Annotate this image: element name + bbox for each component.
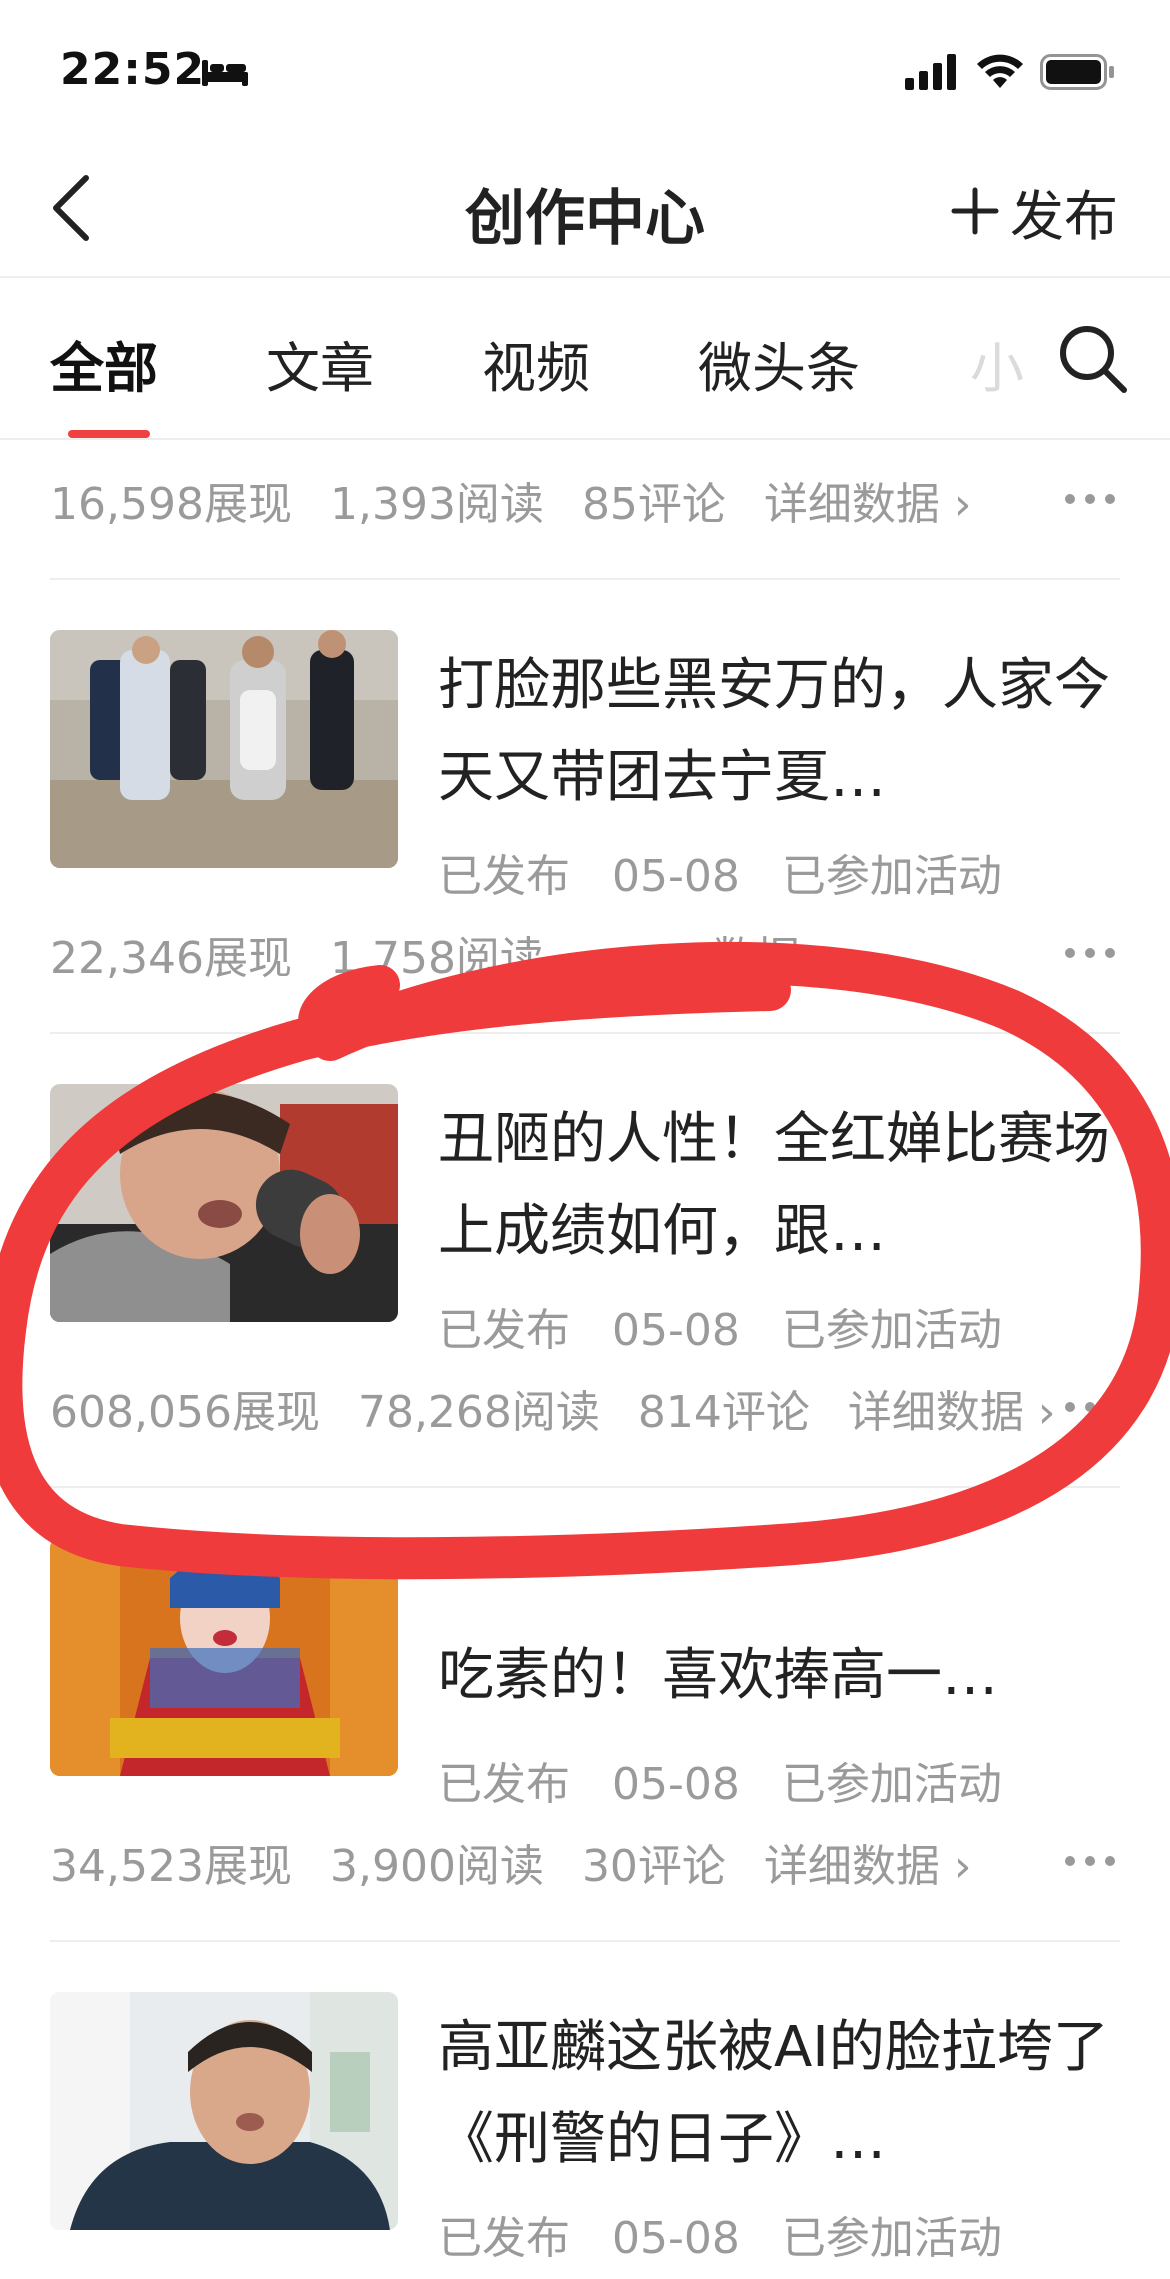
stats-row: 608,056展现 78,268阅读 814评论 详细数据 ›: [50, 1376, 1120, 1438]
status-time: 22:52: [60, 44, 206, 95]
tab-overflow-label: 小: [970, 337, 1024, 400]
activity-status: 已参加活动: [781, 1759, 1002, 1810]
photo-opera-costume-icon: [50, 1538, 398, 1776]
activity-status: 已参加活动: [781, 2213, 1002, 2264]
photo-man-portrait-icon: [50, 1992, 398, 2230]
wifi-icon: [977, 54, 1023, 88]
more-options-icon[interactable]: [1060, 1382, 1120, 1432]
impressions-count: 16,598展现: [50, 479, 292, 530]
tab-articles[interactable]: 文章: [266, 324, 374, 403]
search-icon[interactable]: [1056, 322, 1128, 394]
photo-woman-microphone-icon: [50, 1084, 398, 1322]
more-options-icon[interactable]: [1060, 1836, 1120, 1886]
signal-icon: [905, 54, 956, 90]
publish-status: 已发布: [438, 1305, 570, 1356]
sleep-bed-icon: [202, 60, 248, 86]
publish-button[interactable]: 发布: [950, 176, 1118, 248]
impressions-count: 34,523展现: [50, 1841, 292, 1892]
publish-date: 05-08: [612, 2213, 740, 2264]
more-options-icon[interactable]: [1060, 928, 1120, 978]
publish-status: 已发布: [438, 1759, 570, 1810]
publish-status: 已发布: [438, 2213, 570, 2264]
article-title[interactable]: 打脸那些黑安万的，人家今天又带团去宁夏…: [438, 640, 1128, 824]
tab-videos[interactable]: 视频: [482, 324, 590, 403]
tab-overflow[interactable]: 小: [940, 320, 1040, 400]
reads-count: 3,900阅读: [329, 1841, 544, 1892]
article-title[interactable]: 吃素的！喜欢捧高一…: [438, 1630, 1128, 1722]
impressions-count: 22,346展现: [50, 933, 292, 984]
detail-data-link[interactable]: 详细数据 ›: [848, 1376, 1056, 1440]
status-bar: 22:52: [0, 0, 1170, 140]
stats-row: 34,523展现 3,900阅读 30评论 详细数据 ›: [50, 1830, 1120, 1892]
article-meta: 已发布 05-08 已参加活动: [438, 840, 1030, 904]
active-tab-indicator: [68, 430, 150, 438]
publish-date: 05-08: [612, 1759, 740, 1810]
divider: [50, 578, 1120, 580]
publish-date: 05-08: [612, 1305, 740, 1356]
reads-count: 1,758阅读: [329, 933, 544, 984]
battery-icon: [1040, 54, 1114, 90]
detail-data-link[interactable]: 详细数据 ›: [764, 1830, 972, 1894]
article-meta: 已发布 05-08 已参加活动: [438, 1294, 1030, 1358]
plus-icon: [951, 187, 999, 235]
publish-label: 发布: [1010, 184, 1118, 248]
article-meta: 已发布 05-08 已参加活动: [438, 1748, 1030, 1812]
detail-data-link[interactable]: 详细数据 ›: [764, 468, 972, 532]
more-options-icon[interactable]: [1060, 474, 1120, 524]
comments-count: 814评论: [637, 1387, 810, 1438]
article-item[interactable]: 高亚麟这张被AI的脸拉垮了《刑警的日子》… 已发布 05-08 已参加活动: [50, 1992, 1120, 2264]
stats-row: 22,346展现 1,758阅读 数据 ›: [50, 922, 1120, 984]
divider: [50, 1940, 1120, 1942]
publish-date: 05-08: [612, 851, 740, 902]
reads-count: 78,268阅读: [357, 1387, 600, 1438]
article-title[interactable]: 高亚麟这张被AI的脸拉垮了《刑警的日子》…: [438, 2002, 1128, 2186]
divider: [50, 1486, 1120, 1488]
article-item[interactable]: 吃素的！喜欢捧高一… 已发布 05-08 已参加活动: [50, 1538, 1120, 1810]
impressions-count: 608,056展现: [50, 1387, 320, 1438]
detail-data-link[interactable]: 数据 ›: [712, 922, 832, 986]
comments-count: 30评论: [581, 1841, 726, 1892]
photo-group-walking-icon: [50, 630, 398, 868]
comments-count: 85评论: [581, 479, 726, 530]
stats-row: 16,598展现 1,393阅读 85评论 详细数据 ›: [50, 468, 1120, 530]
reads-count: 1,393阅读: [329, 479, 544, 530]
tab-micro-posts[interactable]: 微头条: [698, 324, 860, 403]
nav-bar: 创作中心 发布: [0, 140, 1170, 278]
article-meta: 已发布 05-08 已参加活动: [438, 2202, 1030, 2266]
activity-status: 已参加活动: [781, 851, 1002, 902]
publish-status: 已发布: [438, 851, 570, 902]
tab-bar: 全部 文章 视频 微头条 小: [0, 280, 1170, 440]
article-title[interactable]: 丑陋的人性！全红婵比赛场上成绩如何，跟…: [438, 1094, 1128, 1278]
article-item[interactable]: 打脸那些黑安万的，人家今天又带团去宁夏… 已发布 05-08 已参加活动: [50, 630, 1120, 902]
article-item[interactable]: 丑陋的人性！全红婵比赛场上成绩如何，跟… 已发布 05-08 已参加活动: [50, 1084, 1120, 1356]
tab-all[interactable]: 全部: [50, 324, 158, 403]
divider: [50, 1032, 1120, 1034]
activity-status: 已参加活动: [781, 1305, 1002, 1356]
